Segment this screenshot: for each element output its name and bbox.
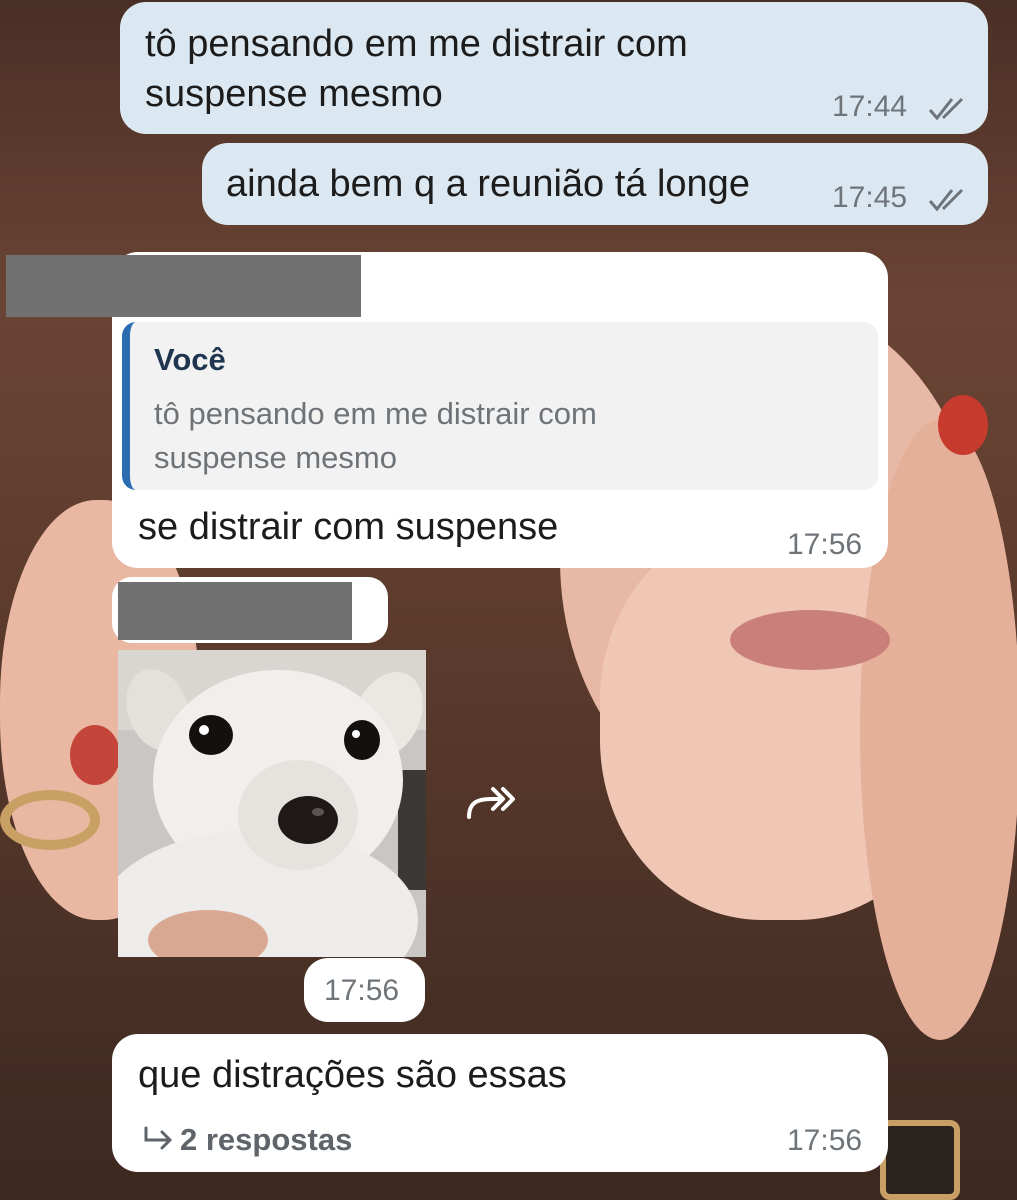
message-bubble-outgoing[interactable]: tô pensando em me distrair com suspense … — [120, 2, 988, 134]
message-time: 17:45 — [832, 181, 908, 214]
message-bubble-incoming[interactable]: que distrações são essas 2 respostas 17:… — [112, 1034, 888, 1172]
forward-icon[interactable] — [465, 783, 517, 821]
redacted-sender-name — [118, 582, 352, 640]
reply-arrow-icon — [144, 1126, 172, 1150]
message-time: 17:56 — [787, 528, 863, 561]
message-time: 17:56 — [787, 1124, 863, 1157]
message-text: tô pensando em me distrair com suspense … — [145, 23, 688, 115]
message-bubble-outgoing[interactable]: ainda bem q a reunião tá longe 17:45 — [202, 143, 988, 225]
message-text: se distrair com suspense — [138, 506, 559, 548]
replies-link[interactable]: 2 respostas — [180, 1122, 352, 1158]
message-time: 17:44 — [832, 90, 908, 123]
puppy-icon — [118, 650, 426, 957]
sticker-time-pill: 17:56 — [304, 958, 425, 1022]
quoted-author: Você — [154, 342, 226, 377]
puppy-sticker[interactable] — [118, 650, 426, 957]
quoted-text: tô pensando em me distrair com suspense … — [154, 396, 597, 475]
message-text: ainda bem q a reunião tá longe — [226, 163, 750, 205]
quoted-message[interactable]: Você tô pensando em me distrair com susp… — [122, 322, 878, 490]
double-check-icon — [928, 188, 964, 212]
message-text: que distrações são essas — [138, 1054, 567, 1096]
double-check-icon — [928, 97, 964, 121]
redacted-sender-name — [6, 255, 361, 317]
message-time: 17:56 — [324, 974, 400, 1007]
